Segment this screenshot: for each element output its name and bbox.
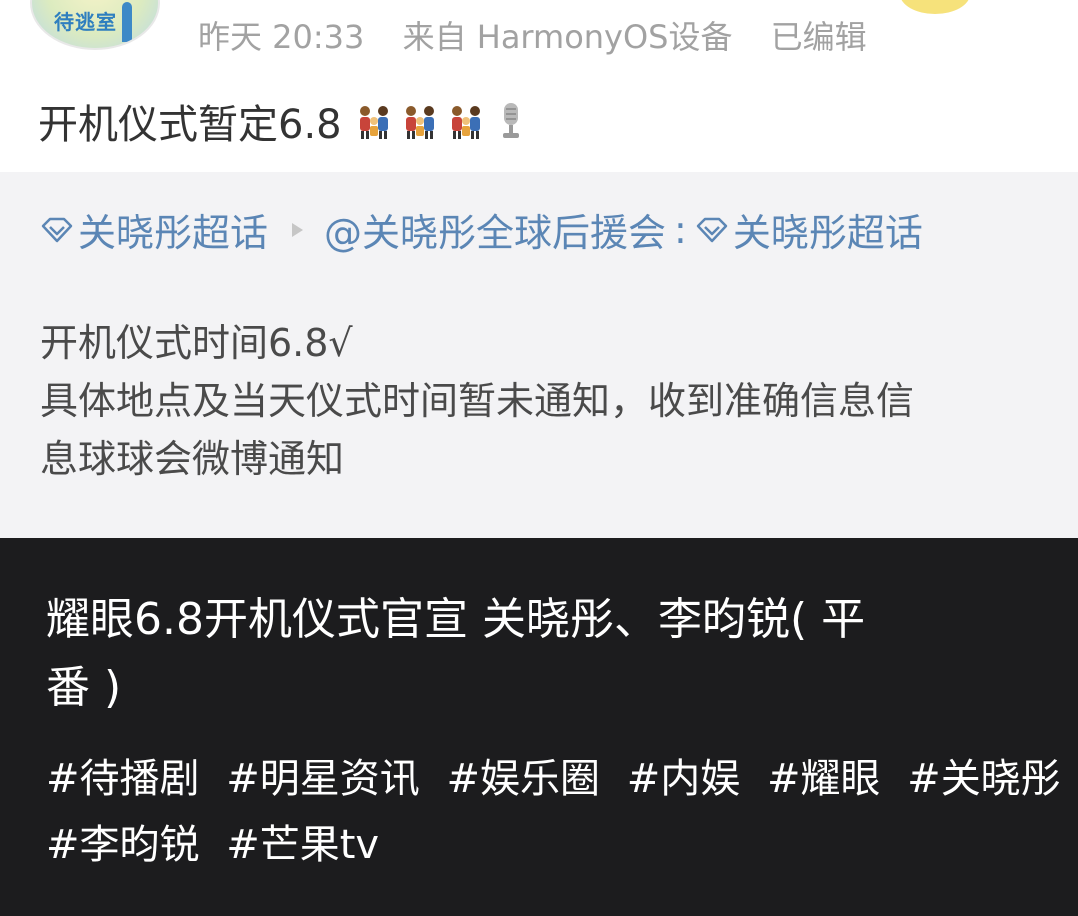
mention-link[interactable]: @关晓彤全球后援会 [324, 202, 666, 257]
hashtag-row: #李昀锐 #芒果tv [46, 812, 1056, 878]
super-topic-link-2[interactable]: 关晓彤超话 [733, 202, 923, 257]
repost-topic-line: 关晓彤超话 @关晓彤全球后援会 : 关晓彤超话 [40, 202, 923, 257]
decorative-shape [900, 0, 970, 14]
weibo-post-screenshot: 待逃室 昨天 20:33 来自 HarmonyOS设备 已编辑 开机仪式暂定6.… [0, 0, 1078, 538]
play-arrow-icon [292, 222, 304, 237]
family-emoji-icon [451, 106, 480, 139]
microphone-emoji-icon [502, 103, 519, 138]
super-topic-diamond-icon [696, 217, 728, 242]
super-topic-diamond-icon [41, 217, 73, 242]
emoji-group [356, 101, 524, 141]
hashtag-row: #待播剧 #明星资讯 #娱乐圈 #内娱 #耀眼 #关晓彤 [46, 746, 1061, 812]
post-timestamp: 昨天 20:33 [198, 18, 365, 56]
post-title-text: 开机仪式暂定6.8 [38, 102, 342, 148]
avatar-text: 待逃室 [54, 10, 117, 34]
avatar-figure [122, 2, 132, 42]
hashtag[interactable]: #内娱 [627, 756, 741, 802]
hashtag[interactable]: #关晓彤 [907, 756, 1061, 802]
post-title: 开机仪式暂定6.8 [38, 92, 524, 150]
hashtag[interactable]: #耀眼 [767, 756, 881, 802]
family-emoji-icon [359, 106, 388, 139]
hashtag[interactable]: #芒果tv [226, 822, 379, 868]
hashtag[interactable]: #待播剧 [46, 756, 200, 802]
post-meta: 昨天 20:33 来自 HarmonyOS设备 已编辑 [198, 12, 895, 58]
hashtag[interactable]: #明星资讯 [226, 756, 420, 802]
edited-label: 已编辑 [770, 18, 867, 56]
repost-line: 具体地点及当天仪式时间暂未通知，收到准确信息信 [40, 379, 915, 423]
repost-card[interactable]: 关晓彤超话 @关晓彤全球后援会 : 关晓彤超话 开机仪式时间6.8√ 具体地点及… [0, 172, 1078, 538]
avatar[interactable]: 待逃室 [30, 0, 160, 50]
super-topic-link[interactable]: 关晓彤超话 [78, 202, 268, 257]
caption-headline: 耀眼6.8开机仪式官宣 关晓彤、李昀锐( 平 番 ) [46, 586, 1036, 722]
post-source: 来自 HarmonyOS设备 [402, 18, 733, 56]
headline-line: 番 ) [46, 662, 122, 713]
hashtag[interactable]: #娱乐圈 [446, 756, 600, 802]
family-emoji-icon [405, 106, 434, 139]
headline-line: 耀眼6.8开机仪式官宣 关晓彤、李昀锐( 平 [46, 594, 866, 645]
hashtag[interactable]: #李昀锐 [46, 822, 200, 868]
hashtag-list: #待播剧 #明星资讯 #娱乐圈 #内娱 #耀眼 #关晓彤 #李昀锐 #芒果tv [46, 746, 1061, 878]
repost-body: 开机仪式时间6.8√ 具体地点及当天仪式时间暂未通知，收到准确信息信 息球球会微… [40, 314, 1050, 488]
colon-separator: : [674, 207, 687, 252]
repost-line: 开机仪式时间6.8√ [40, 321, 353, 365]
repost-line: 息球球会微博通知 [40, 437, 345, 481]
